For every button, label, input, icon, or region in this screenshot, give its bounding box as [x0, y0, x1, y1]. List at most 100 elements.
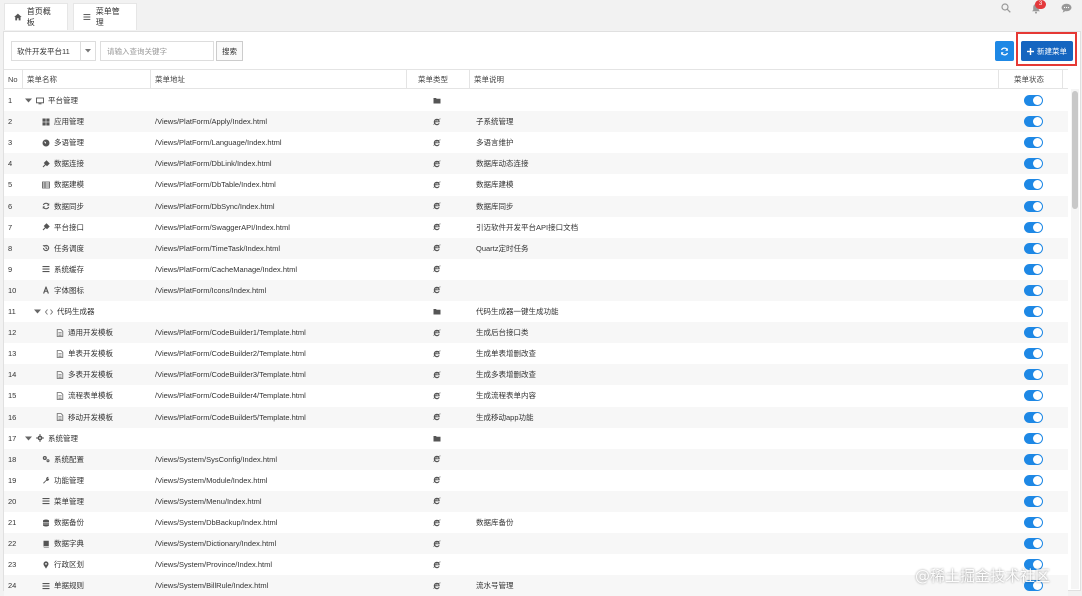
status-toggle[interactable] [1024, 453, 1043, 465]
row-type [433, 575, 441, 596]
table-row[interactable]: 21 数据备份/Views/System/DbBackup/Index.html 数… [4, 512, 1068, 533]
table-row[interactable]: 15 流程表单模板/Views/PlatForm/CodeBuilder4/Tem… [4, 385, 1068, 406]
table-row[interactable]: 20 菜单管理/Views/System/Menu/Index.html [4, 490, 1068, 512]
tab-menu-management[interactable]: 菜单管理 [73, 3, 137, 30]
table-row[interactable]: 9 系统缓存/Views/PlatForm/CacheManage/Index.h… [4, 259, 1068, 280]
col-header-status[interactable]: 菜单状态 [999, 70, 1063, 89]
ie-icon [433, 244, 441, 252]
row-number: 10 [8, 285, 17, 295]
status-toggle[interactable] [1024, 179, 1043, 191]
status-toggle[interactable] [1024, 263, 1043, 275]
row-name-cell: 代码生成器 [34, 301, 95, 322]
row-name: 平台接口 [54, 222, 84, 232]
col-header-name[interactable]: 菜单名称 [23, 70, 151, 89]
row-name: 单表开发模板 [68, 349, 113, 359]
row-description: 生成多表增删改查 [476, 370, 536, 380]
table-row[interactable]: 8 任务调度/Views/PlatForm/TimeTask/Index.html… [4, 237, 1068, 259]
list-icon [42, 498, 50, 505]
code-icon [45, 308, 53, 315]
table-row[interactable]: 4 数据连接/Views/PlatForm/DbLink/Index.html 数据… [4, 153, 1068, 175]
status-toggle[interactable] [1024, 390, 1043, 402]
row-name-cell: 系统配置 [42, 449, 84, 470]
table-row[interactable]: 16 移动开发模板/Views/PlatForm/CodeBuilder5/Tem… [4, 406, 1068, 428]
ie-icon [433, 286, 441, 294]
status-toggle[interactable] [1024, 221, 1043, 233]
new-menu-button[interactable]: 新建菜单 [1021, 41, 1073, 61]
ie-icon [433, 497, 441, 505]
row-name: 数据字典 [54, 539, 84, 549]
status-toggle[interactable] [1024, 517, 1043, 528]
caret-down-icon[interactable] [34, 309, 41, 314]
row-name-cell: 数据建模 [42, 174, 84, 195]
status-toggle[interactable] [1024, 242, 1043, 254]
status-toggle[interactable] [1024, 116, 1043, 128]
row-name: 功能管理 [54, 475, 84, 485]
status-toggle[interactable] [1024, 411, 1043, 423]
table-row[interactable]: 1 平台管理 [4, 90, 1068, 111]
status-toggle[interactable] [1024, 432, 1043, 444]
table-row[interactable]: 5 数据建模/Views/PlatForm/DbTable/Index.html 数… [4, 174, 1068, 195]
row-name: 任务调度 [54, 243, 84, 253]
status-toggle[interactable] [1024, 137, 1043, 149]
vertical-scrollbar[interactable] [1071, 89, 1079, 589]
scrollbar-thumb[interactable] [1072, 91, 1078, 209]
row-name-cell: 数据同步 [42, 196, 84, 217]
plus-icon [1027, 47, 1034, 55]
status-toggle[interactable] [1024, 306, 1043, 317]
list-icon [42, 266, 50, 273]
row-url: /Views/PlatForm/CodeBuilder5/Template.ht… [155, 412, 306, 422]
row-name-cell: 任务调度 [42, 238, 84, 259]
row-name-cell: 数据备份 [42, 512, 84, 533]
table-row[interactable]: 22 数据字典/Views/System/Dictionary/Index.htm… [4, 533, 1068, 555]
table-row[interactable]: 2 应用管理/Views/PlatForm/Apply/Index.html 子系统… [4, 111, 1068, 133]
status-toggle[interactable] [1024, 95, 1043, 106]
row-description: 生成单表增删改查 [476, 349, 536, 359]
table-row[interactable]: 11 代码生成器 代码生成器一键生成功能 [4, 301, 1068, 322]
platform-select[interactable]: 软件开发平台11 [11, 41, 96, 61]
table-row[interactable]: 12 通用开发模板/Views/PlatForm/CodeBuilder1/Tem… [4, 322, 1068, 344]
table-row[interactable]: 6 数据同步/Views/PlatForm/DbSync/Index.html 数据… [4, 195, 1068, 217]
table-row[interactable]: 10 字体图标/Views/PlatForm/Icons/Index.html [4, 279, 1068, 301]
row-type [433, 512, 441, 533]
table-row[interactable]: 3 多语管理/Views/PlatForm/Language/Index.html… [4, 132, 1068, 153]
status-toggle[interactable] [1024, 474, 1043, 486]
row-number: 7 [8, 222, 13, 232]
table-row[interactable]: 23 行政区划/Views/System/Province/Index.html [4, 554, 1068, 575]
caret-down-icon[interactable] [25, 436, 32, 441]
table-row[interactable]: 24 单据规则/Views/System/BillRule/Index.html 流… [4, 575, 1068, 596]
status-toggle[interactable] [1024, 327, 1043, 339]
plug-icon [42, 160, 50, 168]
caret-down-icon[interactable] [25, 98, 32, 103]
tab-home[interactable]: 首页概板 [4, 3, 68, 30]
row-type [433, 196, 441, 217]
status-toggle[interactable] [1024, 538, 1043, 550]
col-header-no[interactable]: No [4, 70, 23, 89]
status-toggle[interactable] [1024, 200, 1043, 212]
gear-icon [36, 434, 44, 442]
status-toggle[interactable] [1024, 495, 1043, 507]
chat-icon[interactable] [1061, 3, 1072, 13]
col-header-desc[interactable]: 菜单说明 [470, 70, 999, 89]
refresh-button[interactable] [995, 41, 1014, 61]
table-row[interactable]: 18 系统配置/Views/System/SysConfig/Index.html [4, 448, 1068, 470]
table-row[interactable]: 13 单表开发模板/Views/PlatForm/CodeBuilder2/Tem… [4, 343, 1068, 364]
row-type [433, 132, 441, 153]
row-name-cell: 应用管理 [42, 111, 84, 132]
status-toggle[interactable] [1024, 284, 1043, 296]
search-icon[interactable] [1001, 3, 1011, 13]
table-row[interactable]: 19 功能管理/Views/System/Module/Index.html [4, 470, 1068, 491]
chevron-down-icon [80, 42, 95, 60]
search-button[interactable]: 搜索 [216, 41, 243, 61]
table-row[interactable]: 17 系统管理 [4, 428, 1068, 449]
table-row[interactable]: 7 平台接口/Views/PlatForm/SwaggerAPI/Index.ht… [4, 217, 1068, 238]
search-input[interactable] [100, 41, 214, 61]
row-name-cell: 数据连接 [42, 153, 84, 174]
file-icon [56, 413, 64, 421]
col-header-url[interactable]: 菜单地址 [151, 70, 407, 89]
status-toggle[interactable] [1024, 158, 1043, 170]
status-toggle[interactable] [1024, 348, 1043, 360]
table-row[interactable]: 14 多表开发模板/Views/PlatForm/CodeBuilder3/Tem… [4, 364, 1068, 386]
row-name: 数据同步 [54, 201, 84, 211]
status-toggle[interactable] [1024, 369, 1043, 381]
col-header-type[interactable]: 菜单类型 [407, 70, 470, 89]
